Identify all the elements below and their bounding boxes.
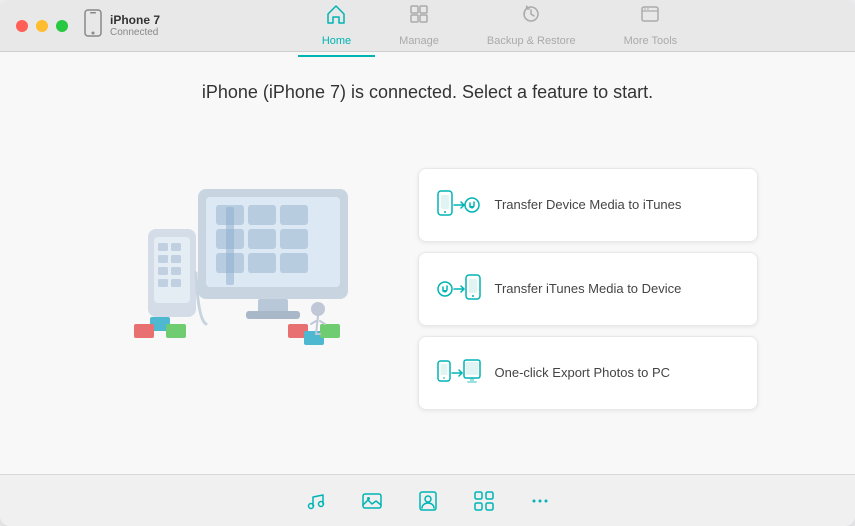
maximize-button[interactable] (56, 20, 68, 32)
tab-manage-label: Manage (399, 35, 439, 47)
device-name: iPhone 7 (110, 13, 160, 27)
tab-manage[interactable]: Manage (375, 0, 463, 57)
headline: iPhone (iPhone 7) is connected. Select a… (202, 82, 653, 103)
main-content: iPhone (iPhone 7) is connected. Select a… (0, 52, 855, 474)
app-window: iPhone 7 Connected Home (0, 0, 855, 526)
tools-icon (639, 3, 661, 31)
device-info: iPhone 7 Connected (84, 9, 160, 43)
export-photos-icon (437, 351, 481, 395)
bottom-toolbar (0, 474, 855, 526)
feature-card-export-photos-label: One-click Export Photos to PC (495, 365, 671, 380)
content-area: Transfer Device Media to iTunes (20, 123, 835, 454)
device-text: iPhone 7 Connected (110, 13, 160, 38)
tab-tools[interactable]: More Tools (600, 0, 702, 57)
backup-icon (520, 3, 542, 31)
tab-tools-label: More Tools (624, 35, 678, 47)
device-icon (84, 9, 102, 43)
manage-icon (408, 3, 430, 31)
feature-card-transfer-to-device[interactable]: Transfer iTunes Media to Device (418, 252, 758, 326)
feature-cards: Transfer Device Media to iTunes (418, 168, 758, 410)
feature-card-export-photos[interactable]: One-click Export Photos to PC (418, 336, 758, 410)
toolbar-apps-button[interactable] (468, 485, 500, 517)
transfer-to-device-icon (437, 267, 481, 311)
tab-backup[interactable]: Backup & Restore (463, 0, 600, 57)
home-icon (325, 3, 347, 31)
minimize-button[interactable] (36, 20, 48, 32)
toolbar-more-button[interactable] (524, 485, 556, 517)
tab-home[interactable]: Home (298, 0, 375, 57)
illustration (98, 169, 378, 409)
window-controls (16, 20, 68, 32)
nav-tabs: Home Manage (160, 0, 839, 57)
feature-card-transfer-to-itunes-label: Transfer Device Media to iTunes (495, 197, 682, 212)
tab-home-label: Home (322, 35, 351, 47)
device-status: Connected (110, 27, 160, 38)
toolbar-contacts-button[interactable] (412, 485, 444, 517)
toolbar-music-button[interactable] (300, 485, 332, 517)
close-button[interactable] (16, 20, 28, 32)
tab-backup-label: Backup & Restore (487, 35, 576, 47)
feature-card-transfer-to-itunes[interactable]: Transfer Device Media to iTunes (418, 168, 758, 242)
feature-card-transfer-to-device-label: Transfer iTunes Media to Device (495, 281, 682, 296)
toolbar-photos-button[interactable] (356, 485, 388, 517)
transfer-to-itunes-icon (437, 183, 481, 227)
title-bar: iPhone 7 Connected Home (0, 0, 855, 52)
